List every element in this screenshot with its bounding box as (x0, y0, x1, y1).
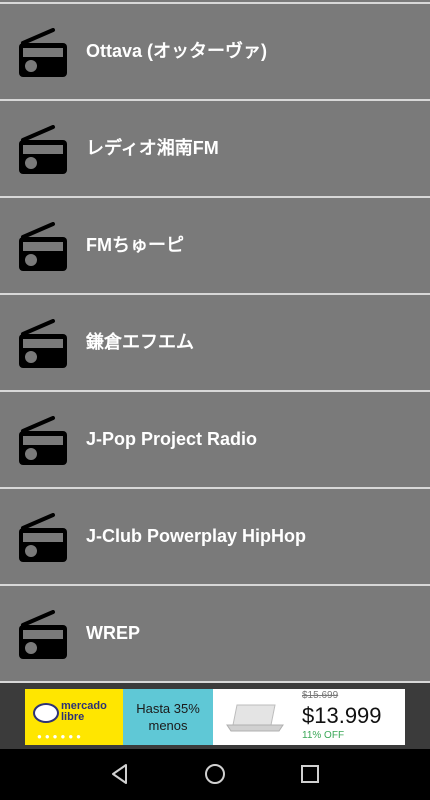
station-name: レディオ湘南FM (86, 138, 219, 158)
ad-banner-container: mercado libre ●●●●●● Hasta 35% menos $15… (0, 683, 430, 749)
radio-icon (19, 125, 67, 174)
station-row-radio-shonan[interactable]: レディオ湘南FM (0, 101, 430, 198)
radio-icon (19, 222, 67, 271)
station-row-jpop-project[interactable]: J-Pop Project Radio (0, 392, 430, 489)
radio-icon (19, 28, 67, 77)
ad-brand-name: mercado libre (61, 700, 107, 723)
recents-square-icon[interactable] (297, 761, 323, 787)
radio-icon (19, 319, 67, 368)
ad-carousel-dots: ●●●●●● (37, 732, 84, 741)
ad-price-block: $15.699 $13.999 11% OFF (302, 689, 402, 745)
station-list: Ottava (オッターヴァ) レディオ湘南FM FMちゅーピ 鎌倉エフエム J… (0, 0, 430, 683)
station-row-fm-chupea[interactable]: FMちゅーピ (0, 198, 430, 295)
back-triangle-icon[interactable] (107, 761, 133, 787)
laptop-icon (226, 704, 284, 732)
station-row-wrep[interactable]: WREP (0, 586, 430, 683)
home-circle-icon[interactable] (202, 761, 228, 787)
station-row-ottava[interactable]: Ottava (オッターヴァ) (0, 4, 430, 101)
station-name: J-Club Powerplay HipHop (86, 526, 307, 546)
station-row-jclub-hiphop[interactable]: J-Club Powerplay HipHop (0, 489, 430, 586)
app-screen: Ottava (オッターヴァ) レディオ湘南FM FMちゅーピ 鎌倉エフエム J… (0, 0, 430, 800)
radio-icon (19, 416, 67, 465)
system-nav-bar (0, 749, 430, 800)
ad-promo-text: Hasta 35% menos (123, 689, 213, 745)
radio-icon (19, 513, 67, 562)
station-name: J-Pop Project Radio (86, 429, 258, 449)
radio-icon (19, 610, 67, 659)
ad-old-price: $15.699 (302, 690, 339, 701)
ad-new-price: $13.999 (302, 703, 382, 728)
station-name: WREP (86, 623, 140, 643)
station-name: 鎌倉エフエム (86, 332, 194, 352)
station-name: Ottava (オッターヴァ) (86, 41, 268, 61)
ad-banner[interactable]: mercado libre ●●●●●● Hasta 35% menos $15… (25, 689, 405, 745)
ad-discount: 11% OFF (302, 730, 345, 741)
station-row-kamakura-fm[interactable]: 鎌倉エフエム (0, 295, 430, 392)
station-name: FMちゅーピ (86, 235, 184, 255)
handshake-icon (33, 703, 59, 723)
ad-brand-logo: mercado libre ●●●●●● (25, 689, 123, 745)
